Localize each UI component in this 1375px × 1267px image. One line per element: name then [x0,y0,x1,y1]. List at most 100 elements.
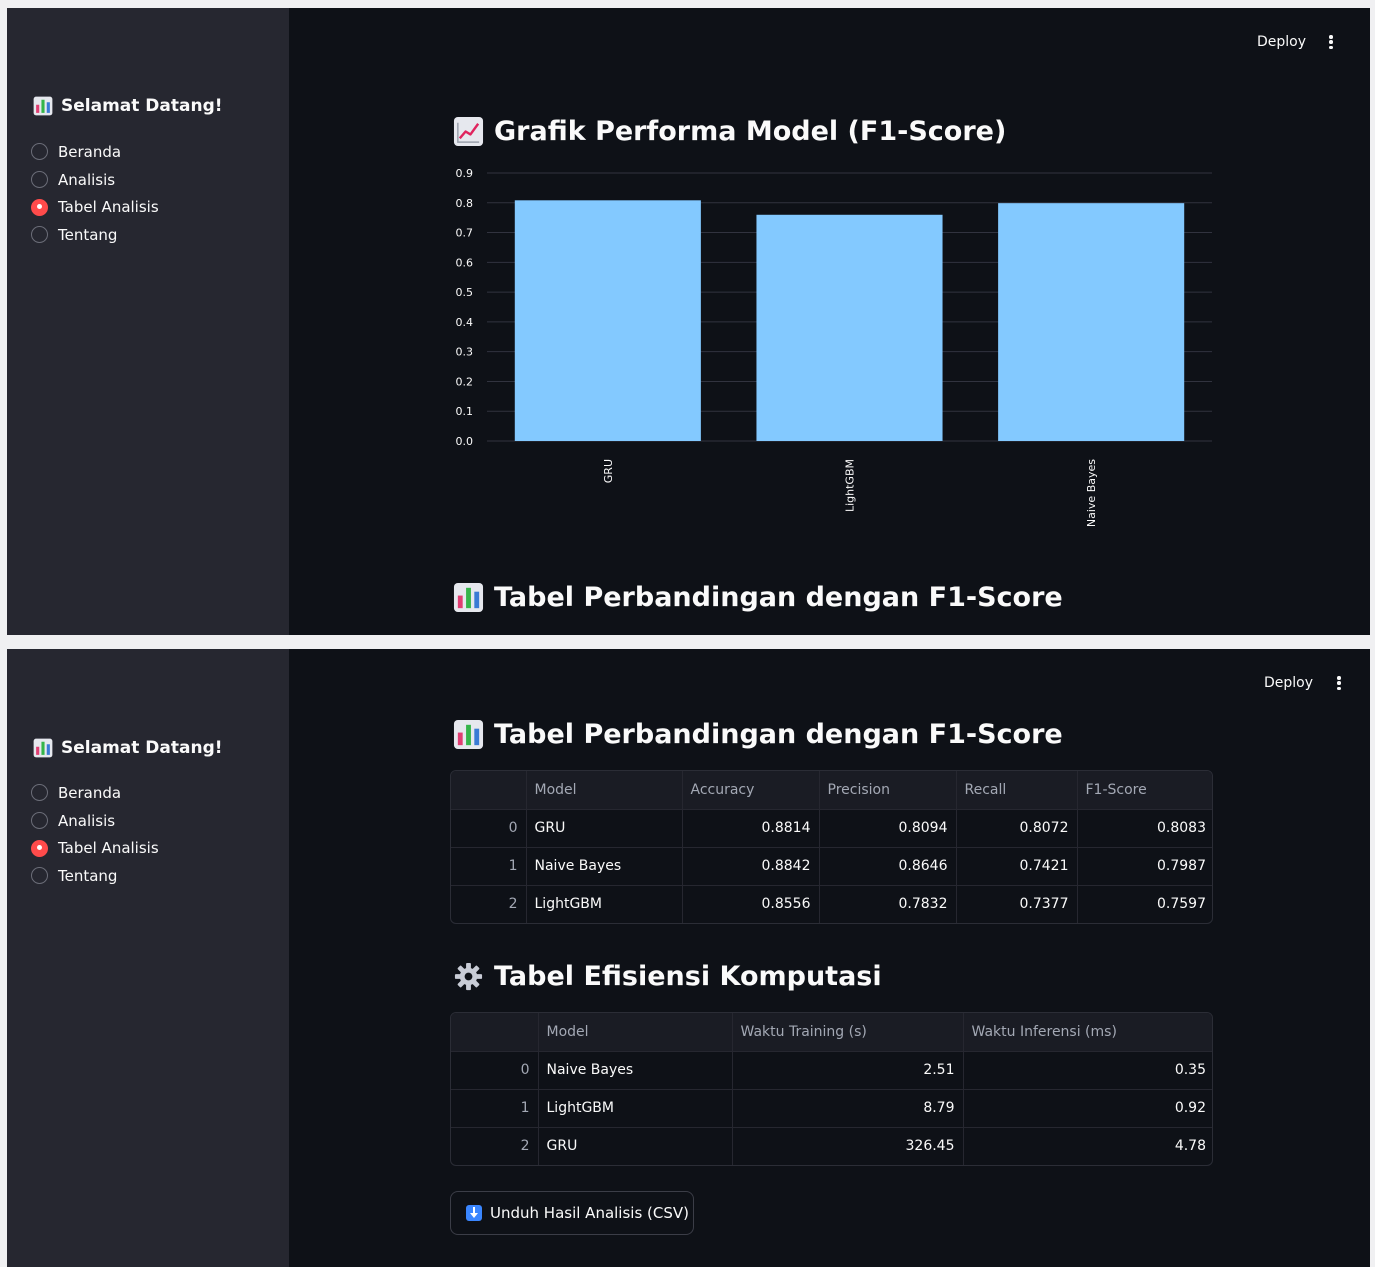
table-cell[interactable]: 0.7832 [819,885,957,923]
deploy-button[interactable]: Deploy [1257,34,1306,50]
sidebar-title: Selamat Datang! [33,96,223,116]
comparison-heading-preview: Tabel Perbandingan dengan F1-Score [453,582,1063,613]
nav-option-tabel-analisis[interactable]: Tabel Analisis [31,834,159,862]
download-csv-button[interactable]: Unduh Hasil Analisis (CSV) [450,1191,694,1235]
row-index[interactable]: 0 [451,809,527,848]
column-header[interactable]: Accuracy [682,771,820,810]
screenshot-table-view: Selamat Datang! Beranda Analisis Tabel Ana… [7,649,1370,1267]
radio-circle-icon [31,198,48,216]
table-cell[interactable]: 0.8094 [819,809,957,848]
radio-circle-icon [31,226,48,244]
table-row[interactable]: 0 GRU 0.8814 0.8094 0.8072 0.8083 [451,809,1212,848]
radio-circle-icon [31,784,48,802]
table-row[interactable]: 2 LightGBM 0.8556 0.7832 0.7377 0.7597 [451,885,1212,923]
comparison-table[interactable]: Model Accuracy Precision Recall F1-Score 0 GR… [450,770,1213,924]
row-index[interactable]: 0 [451,1051,539,1090]
bar-chart-icon [453,719,484,750]
column-header[interactable]: Model [538,1013,733,1052]
table-row[interactable]: 2 GRU 326.45 4.78 [451,1127,1212,1165]
table-cell[interactable]: Naive Bayes [538,1051,733,1090]
table-cell[interactable]: 2.51 [732,1051,964,1090]
table-cell[interactable]: 0.35 [963,1051,1212,1090]
bar-chart-icon [33,96,53,116]
radio-circle-icon [31,143,48,161]
main-menu-icon[interactable] [1325,33,1337,51]
y-tick-label: 0.4 [456,316,474,329]
table-row[interactable]: 0 Naive Bayes 2.51 0.35 [451,1051,1212,1090]
table-cell[interactable]: 0.7597 [1077,885,1212,923]
column-header[interactable]: Model [526,771,683,810]
nav-radio-group: Beranda Analisis Tabel Analisis Tentang [31,138,159,249]
nav-radio-group: Beranda Analisis Tabel Analisis Tentang [31,779,159,890]
y-tick-label: 0.5 [456,286,474,299]
table-cell[interactable]: 0.8814 [682,809,820,848]
nav-option-tentang[interactable]: Tentang [31,862,159,890]
nav-option-label: Tentang [58,866,118,885]
table-row[interactable]: 1 Naive Bayes 0.8842 0.8646 0.7421 0.7987 [451,847,1212,886]
download-button-label: Unduh Hasil Analisis (CSV) [490,1204,689,1222]
table-cell[interactable]: 0.8072 [956,809,1078,848]
bar-gru[interactable] [514,200,701,441]
column-header[interactable] [451,1013,539,1052]
bar-lightgbm[interactable] [756,214,943,441]
y-tick-label: 0.6 [456,256,474,269]
nav-option-tentang[interactable]: Tentang [31,221,159,249]
nav-option-label: Tentang [58,225,118,244]
table-cell[interactable]: 0.7421 [956,847,1078,886]
nav-option-label: Analisis [58,811,116,830]
x-tick-label: GRU [602,459,615,483]
nav-option-label: Beranda [58,142,122,161]
gear-icon [453,961,484,992]
table-cell[interactable]: 0.7987 [1077,847,1212,886]
column-header[interactable] [451,771,527,810]
row-index[interactable]: 1 [451,1089,539,1128]
y-tick-label: 0.8 [456,197,474,210]
table-row[interactable]: 1 LightGBM 8.79 0.92 [451,1089,1212,1128]
table-cell[interactable]: 8.79 [732,1089,964,1128]
comparison-heading-text: Tabel Perbandingan dengan F1-Score [494,719,1063,750]
radio-circle-icon [31,171,48,189]
y-tick-label: 0.9 [456,167,474,180]
sidebar: Selamat Datang! Beranda Analisis Tabel Ana… [7,649,289,1267]
radio-circle-icon [31,812,48,830]
column-header[interactable]: F1-Score [1077,771,1212,810]
nav-option-analisis[interactable]: Analisis [31,166,159,194]
column-header[interactable]: Precision [819,771,957,810]
table-cell[interactable]: 0.92 [963,1089,1212,1128]
efficiency-heading-text: Tabel Efisiensi Komputasi [494,961,882,992]
nav-option-beranda[interactable]: Beranda [31,138,159,166]
main-menu-icon[interactable] [1333,674,1345,692]
nav-option-label: Beranda [58,783,122,802]
f1-score-bar-chart: 0.0 0.1 0.2 0.3 0.4 0.5 0.6 0.7 0.8 0.9 GRU LightGB… [437,163,1217,533]
table-cell[interactable]: 0.8083 [1077,809,1212,848]
bar-naive-bayes[interactable] [998,203,1185,441]
column-header[interactable]: Waktu Inferensi (ms) [963,1013,1212,1052]
table-cell[interactable]: 4.78 [963,1127,1212,1165]
efficiency-heading: Tabel Efisiensi Komputasi [453,961,882,992]
bar-chart-icon [33,738,53,758]
table-cell[interactable]: 0.8646 [819,847,957,886]
radio-circle-icon [31,867,48,885]
table-cell[interactable]: LightGBM [526,885,683,923]
nav-option-analisis[interactable]: Analisis [31,807,159,835]
table-cell[interactable]: GRU [538,1127,733,1165]
table-cell[interactable]: 0.8556 [682,885,820,923]
chart-heading-text: Grafik Performa Model (F1-Score) [494,116,1007,147]
table-cell[interactable]: Naive Bayes [526,847,683,886]
table-cell[interactable]: GRU [526,809,683,848]
table-cell[interactable]: 326.45 [732,1127,964,1165]
nav-option-tabel-analisis[interactable]: Tabel Analisis [31,193,159,221]
row-index[interactable]: 1 [451,847,527,886]
row-index[interactable]: 2 [451,885,527,923]
comparison-heading: Tabel Perbandingan dengan F1-Score [453,719,1063,750]
column-header[interactable]: Recall [956,771,1078,810]
table-cell[interactable]: 0.8842 [682,847,820,886]
deploy-button[interactable]: Deploy [1264,675,1313,691]
table-cell[interactable]: LightGBM [538,1089,733,1128]
row-index[interactable]: 2 [451,1127,539,1165]
efficiency-table[interactable]: Model Waktu Training (s) Waktu Inferensi (… [450,1012,1213,1166]
column-header[interactable]: Waktu Training (s) [732,1013,964,1052]
table-cell[interactable]: 0.7377 [956,885,1078,923]
radio-circle-icon [31,839,48,857]
nav-option-beranda[interactable]: Beranda [31,779,159,807]
